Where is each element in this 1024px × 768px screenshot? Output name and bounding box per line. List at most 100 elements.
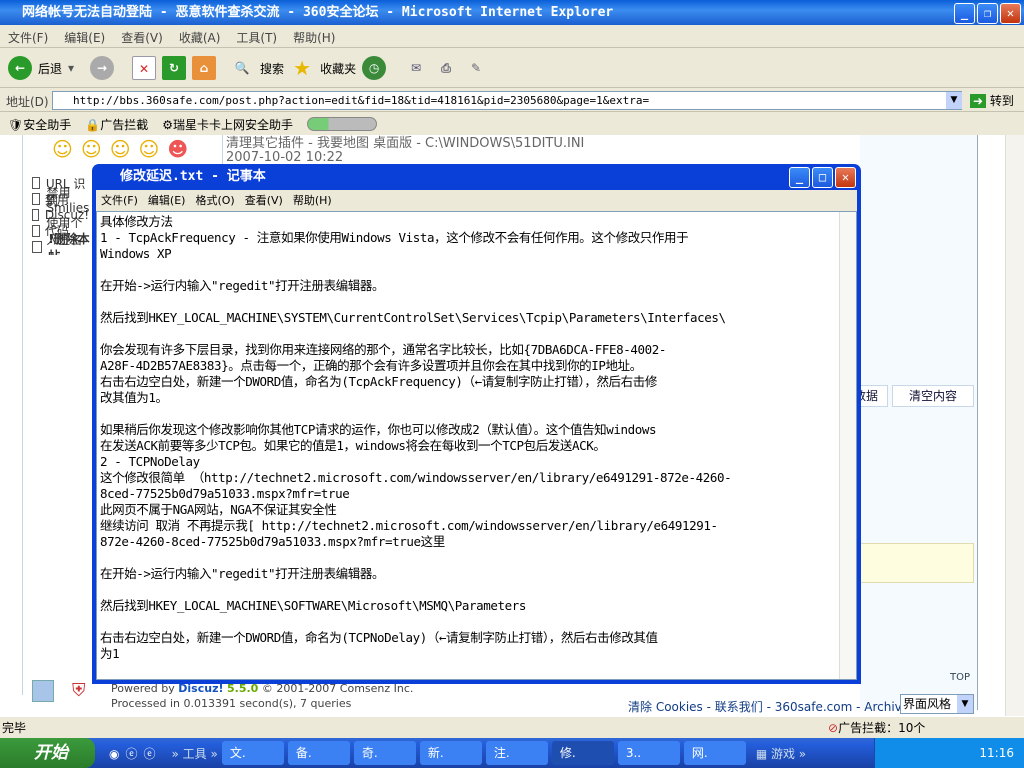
taskbar-button[interactable]: 奇.: [353, 741, 416, 765]
top-link[interactable]: TOP: [950, 672, 970, 683]
style-select[interactable]: 界面风格 ▼: [900, 694, 974, 714]
close-button[interactable]: ✕: [1000, 3, 1021, 24]
history-icon[interactable]: ◷: [362, 56, 387, 80]
text-line: 在开始->运行内输入"regedit"打开注册表编辑器。: [100, 278, 385, 293]
address-dropdown[interactable]: ▼: [946, 92, 962, 109]
taskbar-button[interactable]: 备.: [287, 741, 350, 765]
notepad-scrollbar[interactable]: [839, 212, 856, 679]
taskbar-button[interactable]: 3..: [617, 741, 680, 765]
text-line: [100, 294, 840, 310]
text-line: 此网页不属于NGA网站，NGA不保证其安全性: [100, 502, 337, 517]
menu-tools[interactable]: 工具(T): [228, 25, 285, 50]
notepad-close-button[interactable]: ✕: [835, 167, 856, 188]
toolbar-label[interactable]: » 工具 »: [171, 745, 217, 762]
menu-edit[interactable]: 编辑(E): [56, 25, 113, 50]
np-menu-view[interactable]: 查看(V): [240, 194, 288, 207]
text-line: 然后找到HKEY_LOCAL_MACHINE\SYSTEM\CurrentCon…: [100, 310, 726, 325]
ie-title-bar: 网络帐号无法自动登陆 - 恶意软件查杀交流 - 360安全论坛 - Micros…: [0, 0, 1024, 25]
address-label: 地址(D): [6, 95, 49, 109]
search-icon[interactable]: 🔍: [230, 56, 254, 80]
footer-links[interactable]: 清除 Cookies - 联系我们 - 360safe.com - Archiv…: [628, 698, 914, 715]
taskbar-button[interactable]: 注.: [485, 741, 548, 765]
text-line: 如果稍后你发现这个修改影响你其他TCP请求的运作，你也可以修改成2（默认值）。这…: [100, 422, 657, 437]
taskbar-button[interactable]: 修.: [551, 741, 614, 765]
back-icon[interactable]: ←: [8, 56, 32, 80]
clear-content-button[interactable]: 清空内容: [892, 385, 974, 407]
adblock-status[interactable]: ⊘广告拦截：10个: [828, 717, 925, 739]
maximize-button[interactable]: ❐: [977, 3, 998, 24]
text-line: 你会发现有许多下层目录，找到你用来连接网络的那个，通常名字比较长，比如{7DBA…: [100, 342, 667, 357]
text-line: 在开始->运行内输入"regedit"打开注册表编辑器。: [100, 566, 385, 581]
np-menu-format[interactable]: 格式(O): [190, 194, 239, 207]
search-button[interactable]: 搜索: [260, 60, 284, 77]
address-bar: 地址(D) http://bbs.360safe.com/post.php?ac…: [0, 89, 1024, 112]
text-line: 继续访问 取消 不再提示我[ http://technet2.microsoft…: [100, 518, 718, 533]
back-button[interactable]: 后退: [38, 60, 62, 77]
post-options: 禁用 URL 识别 禁用 Smilies 禁用 Discuz!代码 使用个人签名…: [32, 175, 92, 255]
text-line: [100, 614, 840, 630]
forward-icon[interactable]: →: [90, 56, 115, 80]
text-line: [100, 582, 840, 598]
notepad-title-bar[interactable]: 修改延迟.txt - 记事本 _ □ ✕: [96, 164, 857, 190]
progress-widget: [307, 117, 377, 131]
shield-icon: ⛨: [72, 680, 86, 701]
quick-launch[interactable]: ◉ⓔⓔ: [109, 745, 161, 762]
favorites-button[interactable]: 收藏夹: [320, 60, 356, 77]
address-input[interactable]: http://bbs.360safe.com/post.php?action=e…: [52, 91, 962, 110]
menu-favorites[interactable]: 收藏(A): [171, 25, 229, 50]
text-line: 改其值为1。: [100, 390, 168, 405]
np-menu-edit[interactable]: 编辑(E): [143, 194, 191, 207]
text-line: 8ced-77525b0d79a51033.mspx?mfr=true: [100, 486, 350, 501]
clock: 11:16: [979, 746, 1014, 760]
processed-info: Processed in 0.013391 second(s), 7 queri…: [111, 697, 352, 710]
start-button[interactable]: 开始: [0, 738, 95, 768]
games-toolbar[interactable]: ▦ 游戏 »: [756, 745, 806, 762]
link-rising[interactable]: ⚙瑞星卡卡上网安全助手: [162, 116, 293, 133]
smilies-row[interactable]: ☺☺☺☺☻: [52, 137, 196, 161]
stop-icon[interactable]: ✕: [132, 56, 157, 80]
notepad-text-area[interactable]: 具体修改方法 1 - TcpAckFrequency - 注意如果你使用Windo…: [96, 211, 857, 680]
menu-view[interactable]: 查看(V): [113, 25, 171, 50]
menu-help[interactable]: 帮助(H): [285, 25, 343, 50]
minimize-button[interactable]: _: [954, 3, 975, 24]
edit-icon[interactable]: ✎: [464, 56, 488, 80]
links-bar: 🛡安全助手 🔒广告拦截 ⚙瑞星卡卡上网安全助手: [0, 113, 1024, 135]
home-icon[interactable]: ⌂: [192, 56, 217, 80]
adblock-icon: ⊘: [828, 721, 839, 735]
print-icon[interactable]: ⎙: [434, 56, 458, 80]
text-line: 1 - TcpAckFrequency - 注意如果你使用Windows Vis…: [100, 230, 689, 245]
text-line: 在发送ACK前要等多少TCP包。如果它的值是1，windows将会在每收到一个T…: [100, 438, 606, 453]
mail-icon[interactable]: ✉: [404, 56, 428, 80]
notepad-maximize-button[interactable]: □: [812, 167, 833, 188]
text-line: 右击右边空白处，新建一个DWORD值，命名为(TCPNoDelay)（←请复制字…: [100, 630, 658, 645]
refresh-icon[interactable]: ↻: [162, 56, 187, 80]
text-line: [100, 326, 840, 342]
taskbar-button[interactable]: 网.: [683, 741, 746, 765]
option-delete[interactable]: !删除本帖: [32, 232, 92, 255]
link-security[interactable]: 🛡安全助手: [8, 116, 71, 133]
text-line: A28F-4D2B57AE8383}。点击每一个，正确的那个会有许多设置项并且你…: [100, 358, 642, 373]
page-scrollbar[interactable]: [1005, 135, 1024, 716]
link-adblock[interactable]: 🔒广告拦截: [85, 116, 148, 133]
taskbar-button[interactable]: 文.: [221, 741, 284, 765]
go-button[interactable]: ➜ 转到: [970, 92, 1014, 109]
ie-menu-bar: 文件(F) 编辑(E) 查看(V) 收藏(A) 工具(T) 帮助(H): [0, 25, 1024, 48]
notepad-minimize-button[interactable]: _: [789, 167, 810, 188]
go-arrow-icon: ➜: [970, 94, 987, 108]
menu-file[interactable]: 文件(F): [0, 25, 56, 50]
np-menu-file[interactable]: 文件(F): [96, 194, 143, 207]
taskbar: 开始 ◉ⓔⓔ » 工具 » 文. 备. 奇. 新. 注. 修. 3.. 网. ▦ 游戏 » 1…: [0, 738, 1024, 768]
help-icon[interactable]: [32, 680, 54, 702]
favorites-star-icon[interactable]: ★: [290, 56, 314, 80]
plugin-line: 清理其它插件 - 我要地图 桌面版 - C:\WINDOWS\51DITU.IN…: [226, 136, 585, 151]
text-line: 右击右边空白处，新建一个DWORD值，命名为(TcpAckFrequency)（…: [100, 374, 657, 389]
text-line: 这个修改很简单 （http://technet2.microsoft.com/w…: [100, 470, 732, 485]
np-menu-help[interactable]: 帮助(H): [288, 194, 337, 207]
status-text: 完毕: [2, 721, 27, 735]
window-title: 网络帐号无法自动登陆 - 恶意软件查杀交流 - 360安全论坛 - Micros…: [22, 5, 614, 20]
text-line: [100, 550, 840, 566]
text-line: [100, 406, 840, 422]
ie-toolbar: ← 后退 ▾ → ✕ ↻ ⌂ 🔍 搜索 ★ 收藏夹 ◷ ✉ ⎙ ✎: [0, 49, 1024, 88]
taskbar-button[interactable]: 新.: [419, 741, 482, 765]
text-line: 2 - TCPNoDelay: [100, 454, 200, 469]
